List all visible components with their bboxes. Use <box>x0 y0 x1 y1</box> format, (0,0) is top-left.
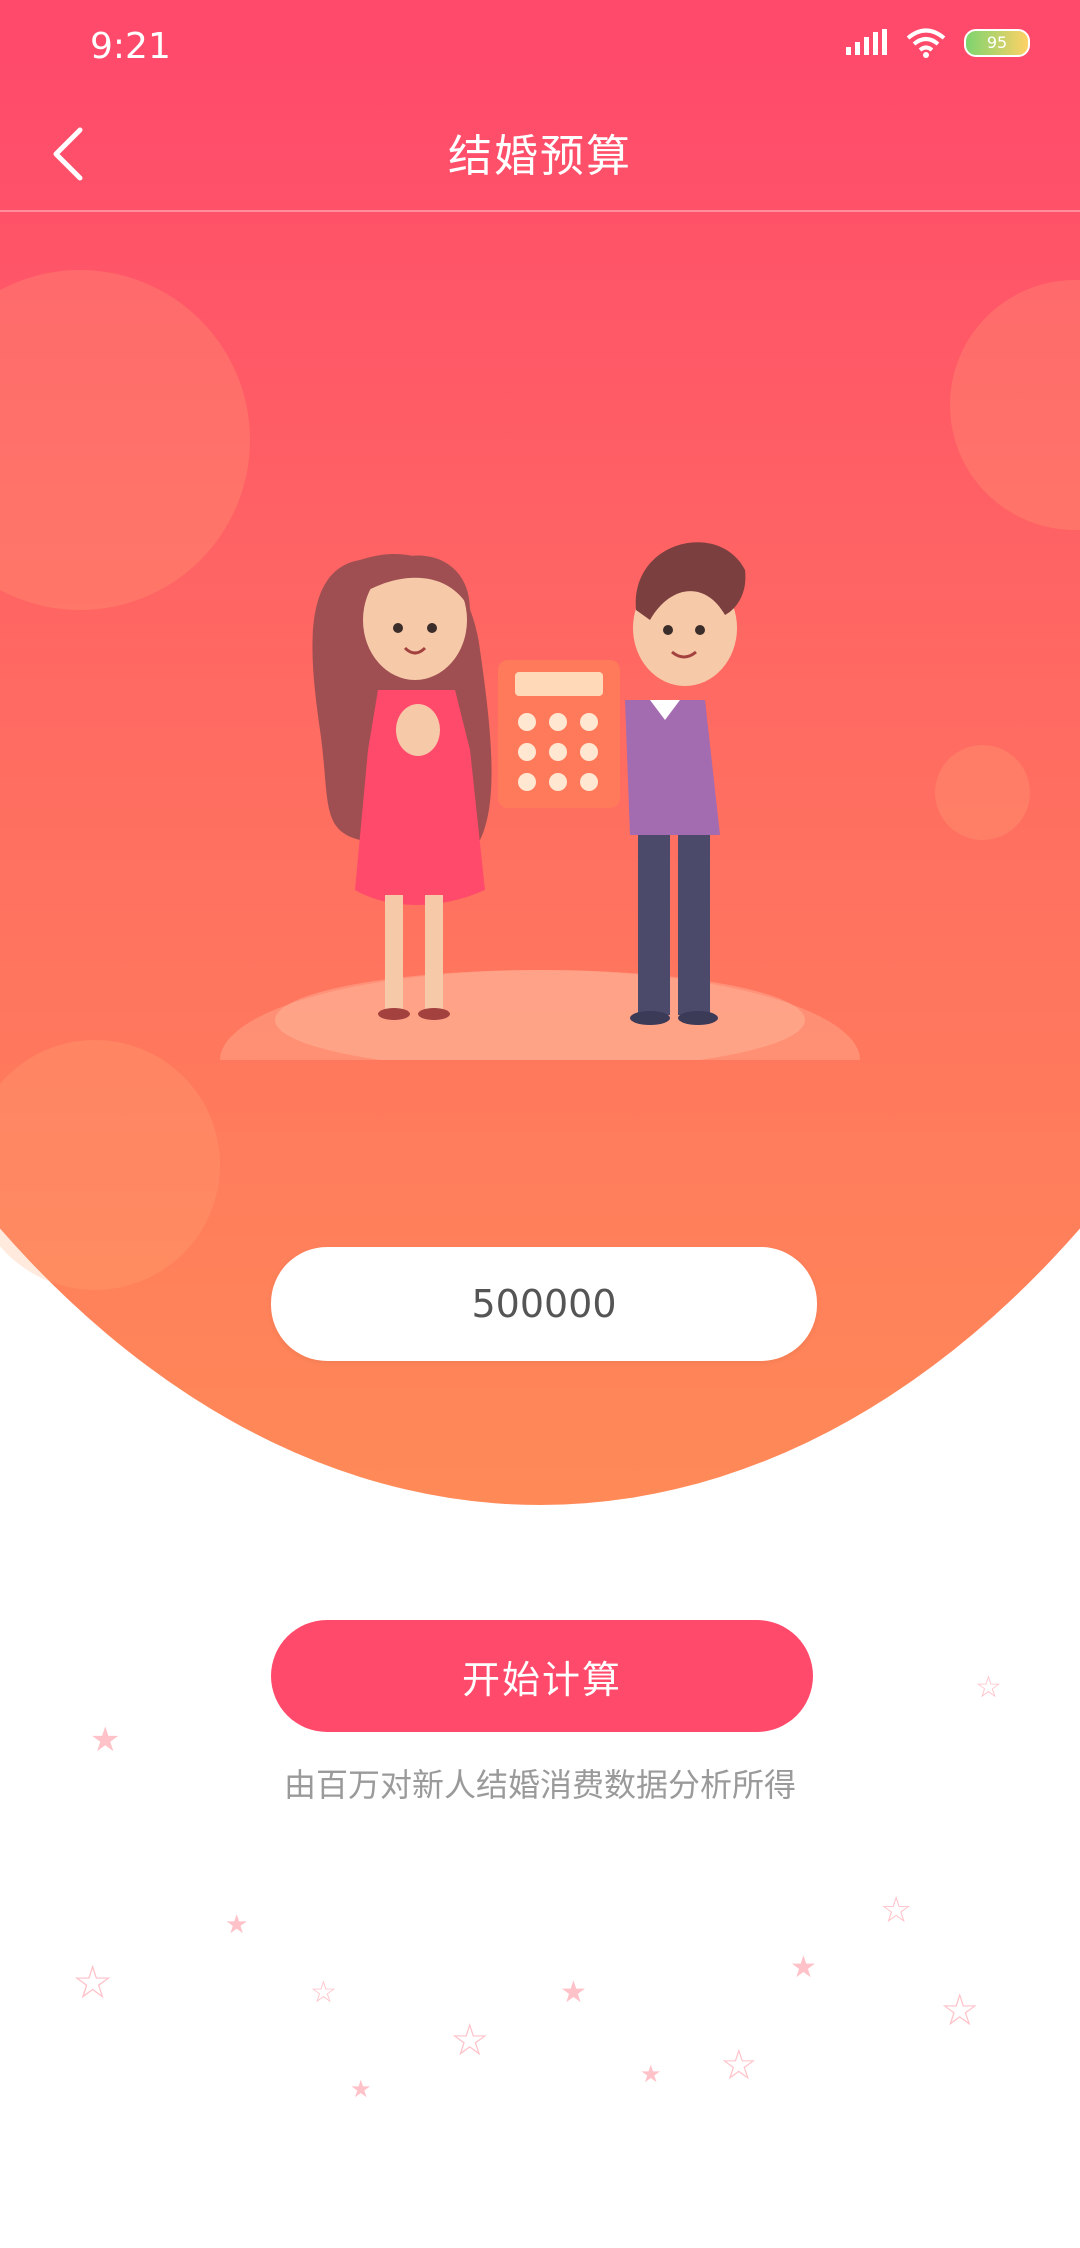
page-title: 结婚预算 <box>448 131 632 182</box>
battery-level: 95 <box>986 33 1008 52</box>
signal-icon <box>846 29 887 55</box>
star-icon: ☆ <box>880 1890 913 1931</box>
star-icon: ☆ <box>720 2040 758 2089</box>
star-icon: ☆ <box>450 2015 490 2066</box>
data-source-note: 由百万对新人结婚消费数据分析所得 <box>283 1766 796 1804</box>
couple-illustration <box>220 542 860 1060</box>
star-icon: ★ <box>790 1950 817 1985</box>
budget-amount-input[interactable] <box>271 1247 817 1361</box>
man-figure <box>625 542 746 1025</box>
status-time: 9:21 <box>90 26 171 67</box>
start-calculate-button[interactable]: 开始计算 <box>271 1620 813 1732</box>
status-icons: 95 <box>844 28 1030 58</box>
wifi-icon <box>906 28 946 58</box>
woman-figure <box>312 554 492 1020</box>
star-icon: ☆ <box>940 1985 980 2036</box>
star-icon: ★ <box>225 1910 249 1940</box>
star-icon: ☆ <box>310 1975 337 2010</box>
calculator-icon <box>498 660 620 808</box>
star-icon: ★ <box>350 2075 372 2103</box>
star-icon: ☆ <box>975 1670 1002 1705</box>
star-icon: ★ <box>560 1975 587 2010</box>
status-bar: 9:21 95 <box>0 0 1080 100</box>
nav-bar: 结婚预算 <box>0 100 1080 212</box>
star-icon: ★ <box>640 2060 662 2088</box>
star-icon: ☆ <box>72 1955 114 2009</box>
battery-icon: 95 <box>964 29 1030 57</box>
star-icon: ★ <box>90 1720 121 1760</box>
